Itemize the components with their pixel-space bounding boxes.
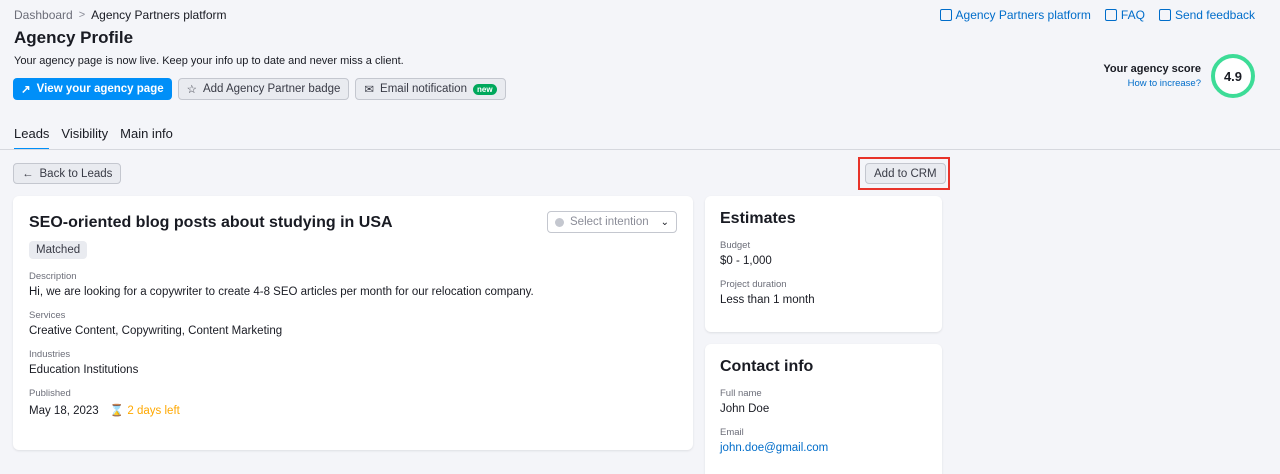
page-subtitle: Your agency page is now live. Keep your … xyxy=(14,55,404,67)
faq-link-label: FAQ xyxy=(1120,8,1145,22)
status-badge: Matched xyxy=(29,241,88,259)
document-icon xyxy=(939,9,952,21)
breadcrumb-current: Agency Partners platform xyxy=(91,8,227,22)
faq-link[interactable]: FAQ xyxy=(1104,8,1145,22)
breadcrumb-separator: > xyxy=(78,9,86,21)
email-notification-button[interactable]: ✉ Email notification new xyxy=(355,78,506,100)
full-name-value: John Doe xyxy=(720,403,770,415)
lead-card: SEO-oriented blog posts about studying i… xyxy=(13,196,693,450)
tab-visibility[interactable]: Visibility xyxy=(61,126,108,150)
budget-label: Budget xyxy=(720,240,751,251)
services-label: Services xyxy=(29,310,66,321)
contact-title: Contact info xyxy=(720,358,814,375)
score-value: 4.9 xyxy=(1223,68,1243,84)
breadcrumb-dashboard[interactable]: Dashboard xyxy=(14,8,73,22)
status-dot-icon xyxy=(555,217,564,227)
estimates-title: Estimates xyxy=(720,210,796,227)
new-badge: new xyxy=(472,83,497,95)
highlight-box xyxy=(858,157,950,190)
view-agency-page-button[interactable]: ↗ View your agency page xyxy=(13,78,172,100)
estimates-card: Estimates Budget $0 - 1,000 Project dura… xyxy=(705,196,942,332)
how-to-increase-link[interactable]: How to increase? xyxy=(1103,78,1201,89)
send-feedback-label: Send feedback xyxy=(1174,8,1255,22)
agency-platform-link[interactable]: Agency Partners platform xyxy=(939,8,1091,22)
chat-icon xyxy=(1104,9,1117,21)
time-left-value: 2 days left xyxy=(127,405,180,417)
add-badge-button[interactable]: ☆ Add Agency Partner badge xyxy=(177,78,350,100)
description-value: Hi, we are looking for a copywriter to c… xyxy=(29,286,534,298)
external-link-icon: ↗ xyxy=(21,84,31,96)
published-value: May 18, 2023 xyxy=(29,405,99,417)
chevron-down-icon: ⌄ xyxy=(660,216,669,228)
breadcrumb: Dashboard > Agency Partners platform xyxy=(14,8,227,22)
send-feedback-link[interactable]: Send feedback xyxy=(1158,8,1255,22)
agency-score: Your agency score How to increase? 4.9 xyxy=(1103,54,1255,98)
published-row: May 18, 2023 ⌛ 2 days left xyxy=(29,403,677,417)
star-icon: ☆ xyxy=(186,84,197,96)
view-agency-page-label: View your agency page xyxy=(36,83,164,95)
page-title: Agency Profile xyxy=(14,28,134,47)
tab-bar: Leads Visibility Main info xyxy=(14,126,173,150)
tab-leads[interactable]: Leads xyxy=(14,126,50,150)
time-left: ⌛ 2 days left xyxy=(110,405,180,417)
contact-card: Contact info Full name John Doe Email jo… xyxy=(705,344,942,474)
message-icon xyxy=(1158,9,1171,21)
hourglass-icon: ⌛ xyxy=(109,405,125,417)
full-name-label: Full name xyxy=(720,388,762,399)
back-to-leads-label: Back to Leads xyxy=(39,167,113,180)
score-label: Your agency score xyxy=(1103,63,1201,75)
description-label: Description xyxy=(29,271,77,282)
agency-platform-link-label: Agency Partners platform xyxy=(955,8,1091,22)
arrow-left-icon: ← xyxy=(22,167,34,180)
top-links: Agency Partners platform FAQ Send feedba… xyxy=(939,8,1255,22)
tab-divider xyxy=(0,149,1280,150)
duration-label: Project duration xyxy=(720,279,787,290)
duration-value: Less than 1 month xyxy=(720,294,815,306)
budget-value: $0 - 1,000 xyxy=(720,255,772,267)
add-badge-label: Add Agency Partner badge xyxy=(202,83,341,95)
email-link[interactable]: john.doe@gmail.com xyxy=(720,442,927,454)
services-value: Creative Content, Copywriting, Content M… xyxy=(29,325,283,337)
header-actions: ↗ View your agency page ☆ Add Agency Par… xyxy=(13,78,506,100)
industries-value: Education Institutions xyxy=(29,364,139,376)
select-intention-placeholder: Select intention xyxy=(570,216,649,228)
email-notification-label: Email notification xyxy=(380,83,467,95)
back-to-leads-button[interactable]: ← Back to Leads xyxy=(13,163,122,184)
mail-icon: ✉ xyxy=(364,84,375,96)
industries-label: Industries xyxy=(29,349,71,360)
select-intention-dropdown[interactable]: Select intention ⌄ xyxy=(547,211,677,233)
published-label: Published xyxy=(29,388,71,399)
score-ring: 4.9 xyxy=(1211,54,1255,98)
email-label: Email xyxy=(720,427,744,438)
tab-main-info[interactable]: Main info xyxy=(120,126,173,150)
